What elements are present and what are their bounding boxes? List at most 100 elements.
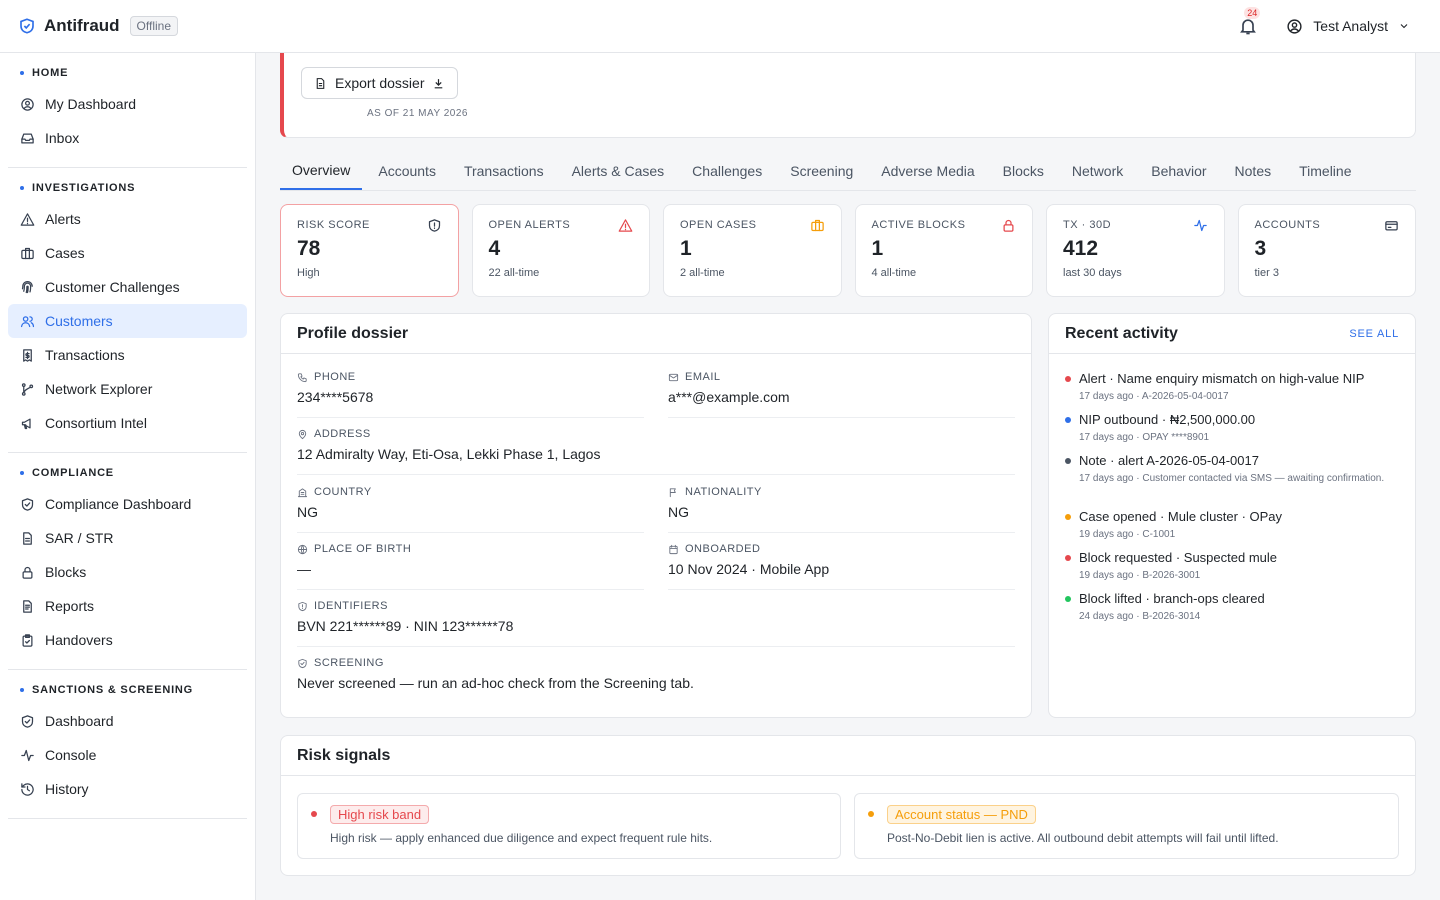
stat-card-active-blocks[interactable]: ACTIVE BLOCKS 1 4 all-time [854, 204, 1033, 297]
sidebar-item-label: Console [45, 747, 97, 763]
stat-value: 1 [871, 237, 884, 260]
flag-icon [669, 487, 676, 497]
notifications-button[interactable]: 24 [1238, 7, 1261, 36]
customer-header-card: Export dossier AS OF 21 MAY 2026 [280, 53, 1416, 138]
sidebar-item-history[interactable]: History [8, 772, 247, 806]
phone-icon [297, 372, 307, 382]
sidebar-item-console[interactable]: Console [8, 738, 247, 772]
sidebar-item-sar-str[interactable]: SAR / STR [8, 521, 247, 555]
see-all-link[interactable]: SEE ALL [1349, 328, 1399, 340]
signal-dot [868, 811, 874, 817]
stat-value: 3 [1254, 237, 1267, 260]
sidebar-item-inbox[interactable]: Inbox [8, 121, 247, 155]
sidebar-item-label: Consortium Intel [45, 415, 147, 431]
stat-sub: 4 all-time [871, 267, 917, 279]
document-icon [316, 77, 325, 89]
activity-item[interactable]: Block lifted · branch-ops cleared 24 days… [1065, 591, 1405, 624]
shield-check-logo-icon [20, 18, 34, 34]
brand[interactable]: Antifraud Offline [18, 16, 179, 36]
tab-alerts-cases[interactable]: Alerts & Cases [560, 151, 677, 190]
tab-screening[interactable]: Screening [778, 151, 865, 190]
field-value: 234****5678 [297, 389, 374, 405]
sidebar-item-label: Dashboard [45, 713, 114, 729]
activity-icon [21, 749, 34, 761]
stat-card-accounts[interactable]: ACCOUNTS 3 tier 3 [1237, 204, 1416, 297]
sidebar-item-customer-challenges[interactable]: Customer Challenges [8, 270, 247, 304]
tab-accounts[interactable]: Accounts [366, 151, 448, 190]
signal-badge: High risk band [330, 805, 430, 824]
activity-meta: 19 days ago · B-2026-3001 [1079, 570, 1201, 581]
activity-meta: 17 days ago · OPAY ****8901 [1079, 432, 1210, 443]
user-circle-icon [1287, 18, 1302, 34]
activity-row: Block lifted · branch-ops cleared [1065, 591, 1405, 606]
sidebar-item-label: Transactions [45, 347, 125, 363]
shield-icon [298, 601, 307, 611]
tab-challenges[interactable]: Challenges [680, 151, 774, 190]
field-label-text: NATIONALITY [685, 486, 762, 498]
document-icon [23, 531, 32, 545]
field-phone: PHONE 234****5678 [297, 371, 644, 418]
warning-icon [20, 212, 35, 226]
inbox-icon [21, 133, 34, 143]
tab-overview[interactable]: Overview [280, 151, 363, 190]
field-label-text: SCREENING [314, 657, 384, 669]
stat-card-risk-score[interactable]: RISK SCORE 78 High [280, 204, 459, 297]
sidebar-item-label: Customer Challenges [45, 279, 180, 295]
user-menu[interactable]: Test Analyst [1286, 18, 1410, 35]
tab-adverse-media[interactable]: Adverse Media [869, 151, 986, 190]
stat-card-open-cases[interactable]: OPEN CASES 1 2 all-time [663, 204, 842, 297]
activity-item[interactable]: Case opened · Mule cluster · OPay 19 days… [1065, 509, 1405, 542]
sidebar-item-dashboard[interactable]: Dashboard [8, 704, 247, 738]
sidebar-item-compliance-dashboard[interactable]: Compliance Dashboard [8, 487, 247, 521]
sidebar-item-handovers[interactable]: Handovers [8, 623, 247, 657]
sidebar-item-cases[interactable]: Cases [8, 236, 247, 270]
field-place-of-birth: PLACE OF BIRTH — [297, 543, 644, 590]
sidebar-item-consortium-intel[interactable]: Consortium Intel [8, 406, 247, 440]
activity-item[interactable]: Note · alert A-2026-05-04-0017 17 days ag… [1065, 453, 1405, 486]
activity-row: Note · alert A-2026-05-04-0017 [1065, 453, 1405, 468]
user-circle-icon [21, 97, 34, 111]
sidebar-section-compliance: COMPLIANCE Compliance Dashboard SAR / STR B… [8, 453, 247, 670]
network-icon [21, 382, 34, 396]
sidebar-item-transactions[interactable]: Transactions [8, 338, 247, 372]
shield-check-icon [21, 714, 34, 728]
stat-label: RISK SCORE [297, 219, 370, 231]
field-label-text: ONBOARDED [685, 543, 761, 555]
stat-card-open-alerts[interactable]: OPEN ALERTS 4 22 all-time [471, 204, 650, 297]
field-address: ADDRESS 12 Admiralty Way, Eti-Osa, Lekki … [297, 428, 1015, 475]
sidebar-item-alerts[interactable]: Alerts [8, 202, 247, 236]
stat-sub: last 30 days [1063, 267, 1122, 279]
sidebar-section-home: HOME My Dashboard Inbox [8, 53, 247, 168]
tab-blocks[interactable]: Blocks [991, 151, 1056, 190]
sidebar-item-blocks[interactable]: Blocks [8, 555, 247, 589]
tab-network[interactable]: Network [1060, 151, 1135, 190]
stat-label: OPEN CASES [680, 219, 757, 231]
tab-transactions[interactable]: Transactions [452, 151, 556, 190]
tab-behavior[interactable]: Behavior [1139, 151, 1218, 190]
customer-tabs: Overview Accounts Transactions Alerts & Cas… [280, 151, 1416, 191]
sidebar-item-customers[interactable]: Customers [8, 304, 247, 338]
sidebar-section-title: HOME [8, 63, 247, 87]
risk-signals-title: Risk signals [281, 736, 1415, 776]
sidebar-item-reports[interactable]: Reports [8, 589, 247, 623]
activity-item[interactable]: Alert · Name enquiry mismatch on high-va… [1065, 371, 1405, 404]
sidebar-section-title: INVESTIGATIONS [8, 178, 247, 202]
activity-title: Case opened · Mule cluster · OPay [1079, 509, 1283, 524]
sidebar-item-network-explorer[interactable]: Network Explorer [8, 372, 247, 406]
activity-row: Case opened · Mule cluster · OPay [1065, 509, 1405, 524]
activity-dot [1065, 417, 1071, 423]
activity-item[interactable]: NIP outbound · ₦2,500,000.00 17 days ago … [1065, 412, 1405, 445]
stat-sub: 2 all-time [680, 267, 725, 279]
tab-timeline[interactable]: Timeline [1287, 151, 1363, 190]
field-label: NATIONALITY [668, 486, 1015, 498]
stat-label: OPEN ALERTS [488, 219, 571, 231]
field-value: 12 Admiralty Way, Eti-Osa, Lekki Phase 1… [297, 446, 601, 462]
tab-notes[interactable]: Notes [1223, 151, 1284, 190]
activity-item[interactable]: Block requested · Suspected mule 19 days … [1065, 550, 1405, 583]
sidebar-item-my-dashboard[interactable]: My Dashboard [8, 87, 247, 121]
stat-card-tx-30d[interactable]: TX · 30D 412 last 30 days [1046, 204, 1225, 297]
building-icon [297, 487, 308, 497]
shield-check-icon [21, 497, 34, 511]
export-dossier-button[interactable]: Export dossier [301, 67, 459, 99]
field-label: PHONE [297, 371, 644, 383]
